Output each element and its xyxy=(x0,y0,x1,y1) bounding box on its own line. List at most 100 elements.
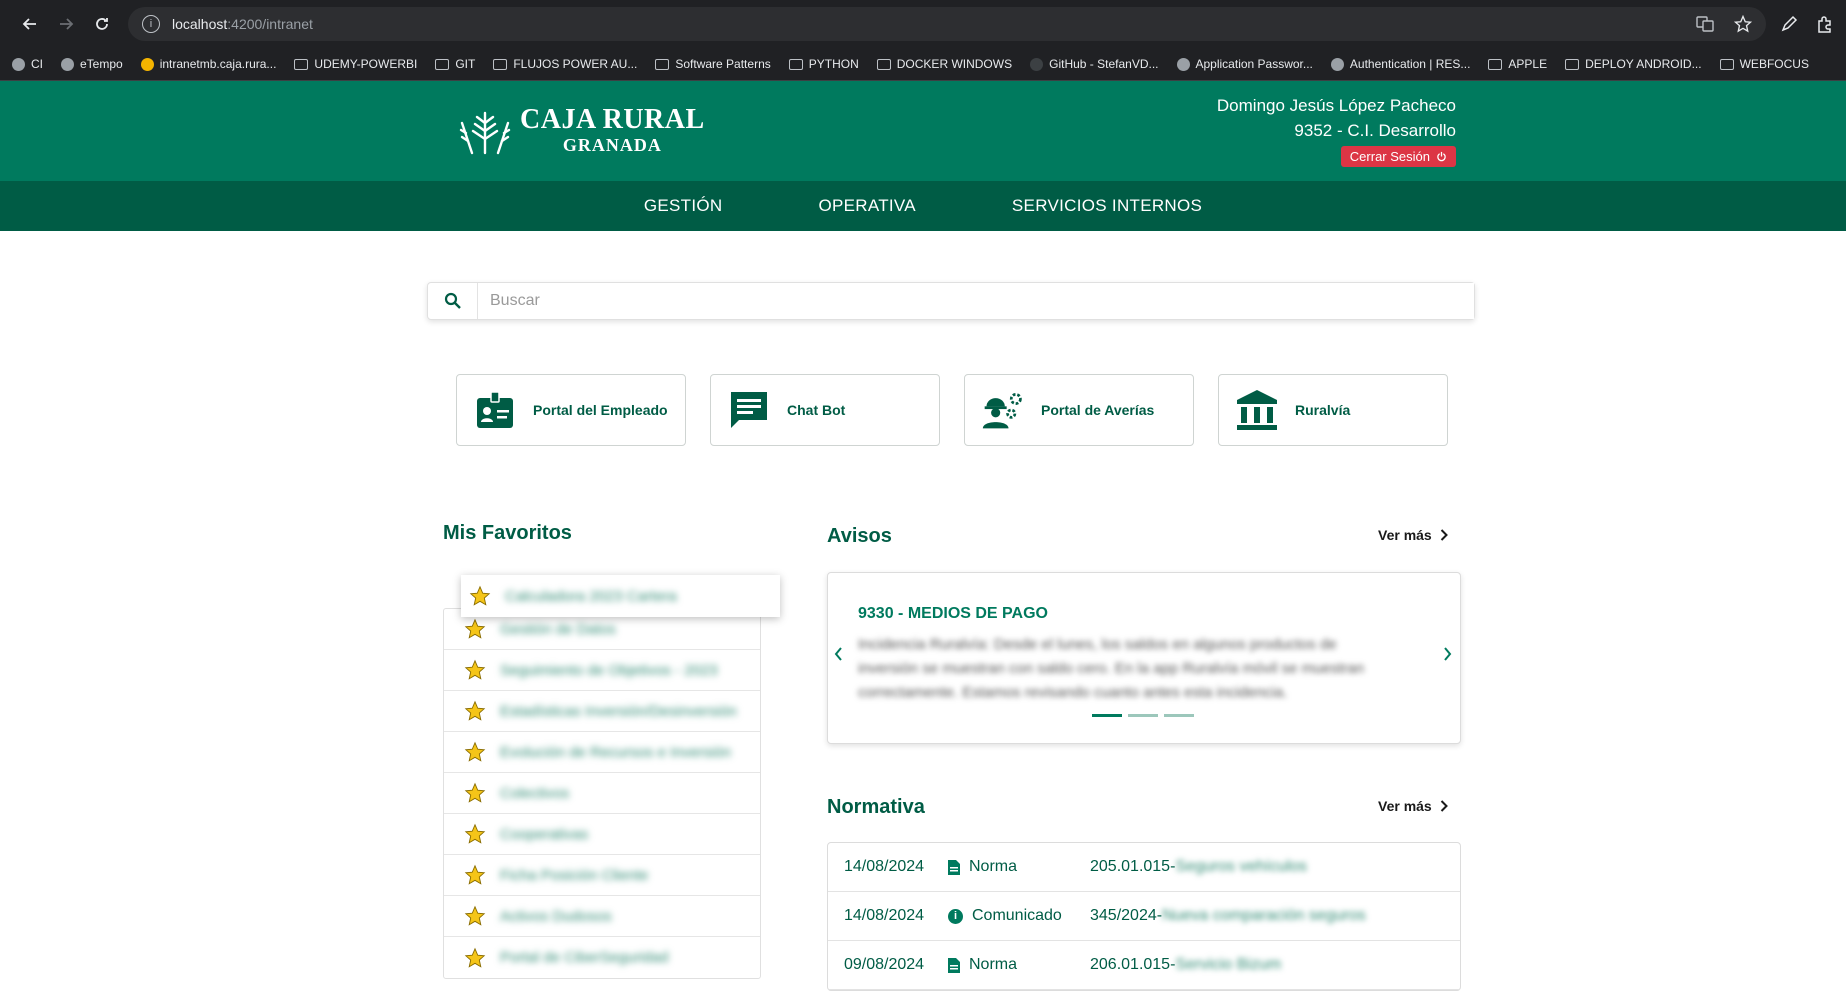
normativa-reference[interactable]: 206.01.015- Servicio Bizum xyxy=(1090,956,1281,974)
star-icon[interactable] xyxy=(464,659,486,681)
normativa-date: 09/08/2024 xyxy=(844,956,925,973)
nav-item[interactable]: SERVICIOS INTERNOS xyxy=(1012,196,1202,216)
normativa-type: Norma xyxy=(948,858,1090,876)
favorite-label: Colectivos xyxy=(500,784,570,802)
shortcut-cards: Portal del Empleado Chat Bot Portal de A… xyxy=(456,374,1448,446)
favorite-item[interactable]: Evolución de Recursos e Inversión xyxy=(444,732,760,773)
site-info-icon[interactable]: i xyxy=(142,15,160,33)
favorite-item[interactable]: Ficha Posición Cliente xyxy=(444,855,760,896)
aviso-title: 9330 - MEDIOS DE PAGO xyxy=(858,605,1048,622)
normativa-ver-mas-link[interactable]: Ver más xyxy=(1378,798,1448,814)
favorite-label: Activos Dudosos xyxy=(500,907,612,925)
bookmark-item[interactable]: GIT xyxy=(435,57,475,71)
bookmark-item[interactable]: UDEMY-POWERBI xyxy=(294,57,417,71)
carousel-indicator[interactable] xyxy=(1128,714,1158,717)
normativa-reference[interactable]: 205.01.015- Seguros vehículos xyxy=(1090,858,1307,876)
bookmark-item[interactable]: intranetmb.caja.rura... xyxy=(140,57,276,71)
bookmark-item[interactable]: WEBFOCUS xyxy=(1719,57,1809,71)
favorite-item[interactable]: Seguimiento de Objetivos - 2023 xyxy=(444,650,760,691)
favorite-label: Calculadora 2023 Cartera xyxy=(505,587,677,605)
favorite-item[interactable]: Cooperativas xyxy=(444,814,760,855)
star-icon[interactable] xyxy=(464,741,486,763)
info-icon: i xyxy=(948,908,963,924)
technician-gears-icon xyxy=(981,388,1025,432)
wheat-logo-icon xyxy=(459,111,511,155)
bookmark-item[interactable]: Software Patterns xyxy=(655,57,771,71)
star-icon[interactable] xyxy=(464,618,486,640)
star-icon[interactable] xyxy=(464,905,486,927)
nav-item[interactable]: OPERATIVA xyxy=(818,196,915,216)
bookmark-item[interactable]: Application Passwor... xyxy=(1176,57,1313,71)
bookmark-item[interactable]: DOCKER WINDOWS xyxy=(876,57,1012,71)
shortcut-portal-empleado[interactable]: Portal del Empleado xyxy=(456,374,686,446)
bookmarks-bar: CI eTempo intranetmb.caja.rura... UDEMY-POW… xyxy=(0,48,1846,81)
shortcut-chat-bot[interactable]: Chat Bot xyxy=(710,374,940,446)
search-bar xyxy=(427,282,1475,320)
nav-item[interactable]: GESTIÓN xyxy=(644,196,723,216)
carousel-indicator[interactable] xyxy=(1092,714,1122,717)
extensions-puzzle-icon[interactable] xyxy=(1816,15,1834,33)
logout-button[interactable]: Cerrar Sesión xyxy=(1340,146,1456,167)
reload-button[interactable] xyxy=(84,6,120,42)
browser-toolbar: i localhost:4200/intranet xyxy=(0,0,1846,48)
star-icon[interactable] xyxy=(464,823,486,845)
aviso-text: Incidencia Ruralvía: Desde el lunes, los… xyxy=(858,636,1365,701)
normativa-code: 205.01.015- xyxy=(1090,858,1176,875)
bookmark-item[interactable]: Authentication | RES... xyxy=(1330,57,1471,71)
bookmark-item[interactable]: PYTHON xyxy=(788,57,859,71)
bookmark-item[interactable]: GitHub - StefanVD... xyxy=(1030,57,1159,71)
normativa-row[interactable]: 14/08/2024 Norma 205.01.015- Seguros vehícu… xyxy=(828,843,1460,892)
bookmark-item[interactable]: CI xyxy=(12,57,43,71)
bookmark-label: eTempo xyxy=(80,57,123,71)
favorite-item[interactable]: Estadísticas Inversión/Desinversión xyxy=(444,691,760,732)
forward-button[interactable] xyxy=(48,6,84,42)
bookmark-item[interactable]: APPLE xyxy=(1488,57,1547,71)
shortcut-label: Chat Bot xyxy=(787,402,846,418)
normativa-reference[interactable]: 345/2024- Nueva comparación seguros xyxy=(1090,907,1366,925)
carousel-next-button[interactable] xyxy=(1443,647,1452,666)
back-button[interactable] xyxy=(12,6,48,42)
favorite-item-dragging[interactable]: Calculadora 2023 Cartera xyxy=(461,575,780,617)
search-input[interactable] xyxy=(478,283,1474,319)
favicon-icon xyxy=(1176,57,1190,71)
star-icon[interactable] xyxy=(464,947,486,969)
document-icon xyxy=(948,957,960,973)
favorite-item[interactable]: Activos Dudosos xyxy=(444,896,760,937)
search-button[interactable] xyxy=(428,283,478,319)
avisos-ver-mas-link[interactable]: Ver más xyxy=(1378,527,1448,543)
normativa-type: i Comunicado xyxy=(948,907,1090,925)
favorite-label: Cooperativas xyxy=(500,825,589,843)
shortcut-ruralvia[interactable]: Ruralvía xyxy=(1218,374,1448,446)
shortcut-portal-averias[interactable]: Portal de Averías xyxy=(964,374,1194,446)
folder-icon xyxy=(435,58,450,70)
normativa-description: Seguros vehículos xyxy=(1175,858,1308,875)
normativa-type-label: Comunicado xyxy=(972,907,1062,924)
favorite-label: Evolución de Recursos e Inversión xyxy=(500,743,731,761)
caja-rural-logo[interactable]: CAJA RURAL GRANADA xyxy=(458,105,705,155)
bookmark-label: Application Passwor... xyxy=(1195,57,1313,71)
chevron-left-icon xyxy=(834,647,842,661)
star-icon[interactable] xyxy=(464,864,486,886)
translate-icon[interactable] xyxy=(1696,15,1714,33)
bookmark-item[interactable]: DEPLOY ANDROID... xyxy=(1565,57,1702,71)
bookmark-item[interactable]: eTempo xyxy=(61,57,123,71)
address-bar[interactable]: i localhost:4200/intranet xyxy=(128,7,1766,41)
pen-extension-icon[interactable] xyxy=(1780,15,1798,33)
carousel-indicator[interactable] xyxy=(1164,714,1194,717)
carousel-prev-button[interactable] xyxy=(834,647,843,666)
star-icon[interactable] xyxy=(464,700,486,722)
star-icon[interactable] xyxy=(464,782,486,804)
bookmark-star-icon[interactable] xyxy=(1734,15,1752,33)
bookmark-item[interactable]: FLUJOS POWER AU... xyxy=(493,57,637,71)
logo-line2: GRANADA xyxy=(562,135,662,155)
normativa-date: 14/08/2024 xyxy=(844,907,925,924)
arrow-left-icon xyxy=(22,18,36,30)
folder-icon xyxy=(655,58,670,70)
star-icon[interactable] xyxy=(469,585,491,607)
favorite-label: Portal de CiberSeguridad xyxy=(500,949,669,966)
bookmark-label: Authentication | RES... xyxy=(1349,57,1471,71)
logout-label: Cerrar Sesión xyxy=(1349,149,1430,164)
favorite-item[interactable]: Portal de CiberSeguridad xyxy=(444,937,760,978)
favorite-item[interactable]: Colectivos xyxy=(444,773,760,814)
normativa-row[interactable]: 14/08/2024 i Comunicado 345/2024- Nueva comp… xyxy=(828,892,1460,941)
